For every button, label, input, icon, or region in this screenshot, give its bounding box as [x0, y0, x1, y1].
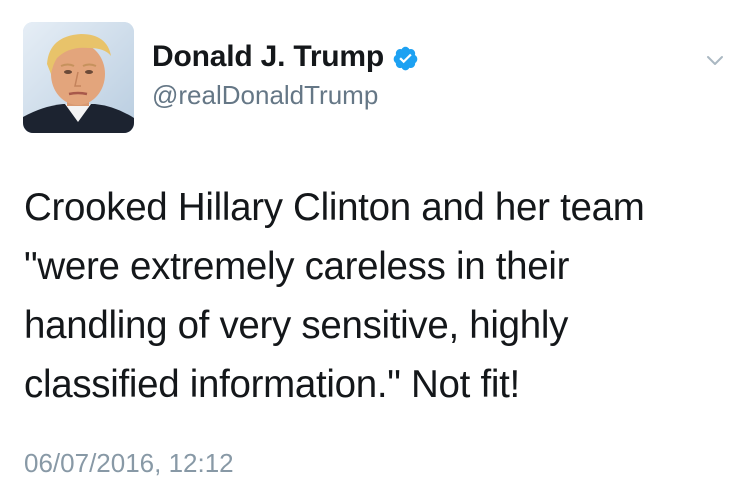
chevron-down-icon[interactable] [703, 48, 727, 72]
tweet-timestamp[interactable]: 06/07/2016, 12:12 [24, 448, 234, 479]
tweet-card: Donald J. Trump @realDonaldTrump Crooked… [0, 0, 750, 498]
author-name-row: Donald J. Trump [152, 40, 419, 74]
author-display-name[interactable]: Donald J. Trump [152, 40, 384, 74]
author-handle[interactable]: @realDonaldTrump [152, 80, 378, 111]
avatar[interactable] [23, 22, 134, 133]
tweet-text: Crooked Hillary Clinton and her team "we… [24, 186, 645, 406]
verified-badge-icon [393, 46, 418, 70]
profile-photo-icon [23, 22, 134, 133]
